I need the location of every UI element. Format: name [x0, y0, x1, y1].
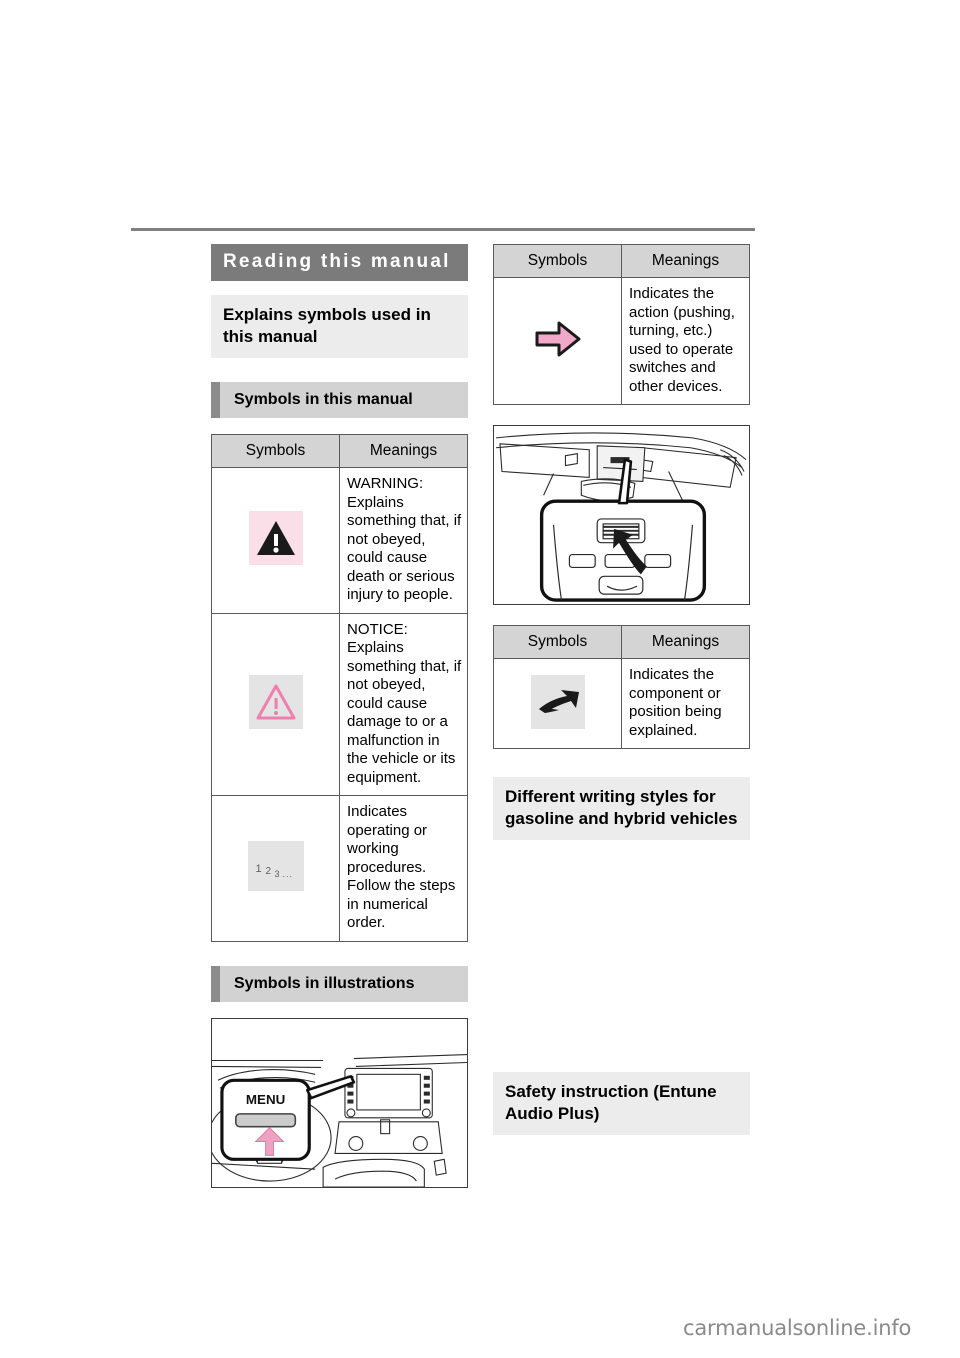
dashboard-menu-button-illustration: MENU	[211, 1017, 468, 1188]
column-header-meanings: Meanings	[621, 625, 750, 659]
symbols-table-manual: Symbols Meanings WARNING: Explains somet…	[211, 434, 468, 942]
black-swoosh-arrow-icon	[530, 674, 585, 729]
symbol-cell: 1 2 3...	[211, 795, 340, 942]
column-header-symbols: Symbols	[493, 625, 622, 659]
notice-triangle-icon	[248, 675, 303, 730]
left-column: Reading this manual Explains symbols use…	[211, 244, 468, 1188]
table-header-row: Symbols Meanings	[493, 625, 750, 659]
table-row: Indicates the component or position bein…	[493, 658, 750, 749]
table-header-row: Symbols Meanings	[493, 244, 750, 278]
manual-page: Reading this manual Explains symbols use…	[0, 0, 960, 1358]
meaning-cell-warning: WARNING: Explains something that, if not…	[339, 467, 468, 614]
meaning-cell-action: Indicates the action (pushing, turning, …	[621, 277, 750, 405]
symbols-table-component: Symbols Meanings Indicates the component…	[493, 625, 750, 749]
table-row: Indicates the action (pushing, turning, …	[493, 277, 750, 405]
chapter-title: Reading this manual	[211, 244, 468, 281]
table-row: NOTICE: Explains something that, if not …	[211, 612, 468, 796]
page-top-rule	[131, 228, 755, 231]
right-column: Symbols Meanings Indicates the action (p…	[493, 244, 750, 1135]
warning-triangle-icon	[248, 511, 303, 566]
symbol-cell	[493, 277, 622, 405]
meaning-cell-component: Indicates the component or position bein…	[621, 658, 750, 749]
numbered-steps-icon: 1 2 3...	[247, 841, 304, 892]
menu-callout-label: MENU	[246, 1092, 285, 1107]
site-watermark: carmanualsonline.info	[683, 1316, 912, 1340]
table-row: 1 2 3... Indicates operating or working pr…	[211, 795, 468, 942]
sub-heading-symbols-in-this-manual: Symbols in this manual	[211, 382, 468, 418]
symbols-table-action: Symbols Meanings Indicates the action (p…	[493, 244, 750, 405]
pink-block-arrow-icon	[531, 312, 585, 366]
overhead-console-illustration	[493, 425, 750, 605]
table-header-row: Symbols Meanings	[211, 434, 468, 468]
symbol-cell	[493, 658, 622, 749]
sub-heading-symbols-in-illustrations: Symbols in illustrations	[211, 965, 468, 1002]
column-header-symbols: Symbols	[493, 244, 622, 278]
column-header-meanings: Meanings	[339, 434, 468, 468]
table-row: WARNING: Explains something that, if not…	[211, 467, 468, 614]
meaning-cell-steps: Indicates operating or working procedure…	[339, 795, 468, 942]
meaning-cell-notice: NOTICE: Explains something that, if not …	[339, 612, 468, 796]
symbol-cell	[211, 612, 340, 796]
column-header-symbols: Symbols	[211, 434, 340, 468]
section-heading-safety-instruction: Safety instruction (Entune Audio Plus)	[493, 1072, 750, 1135]
symbol-cell	[211, 467, 340, 614]
section-heading-writing-styles: Different writing styles for gasoline an…	[493, 777, 750, 840]
section-heading-explains-symbols: Explains symbols used in this manual	[211, 295, 468, 358]
column-header-meanings: Meanings	[621, 244, 750, 278]
